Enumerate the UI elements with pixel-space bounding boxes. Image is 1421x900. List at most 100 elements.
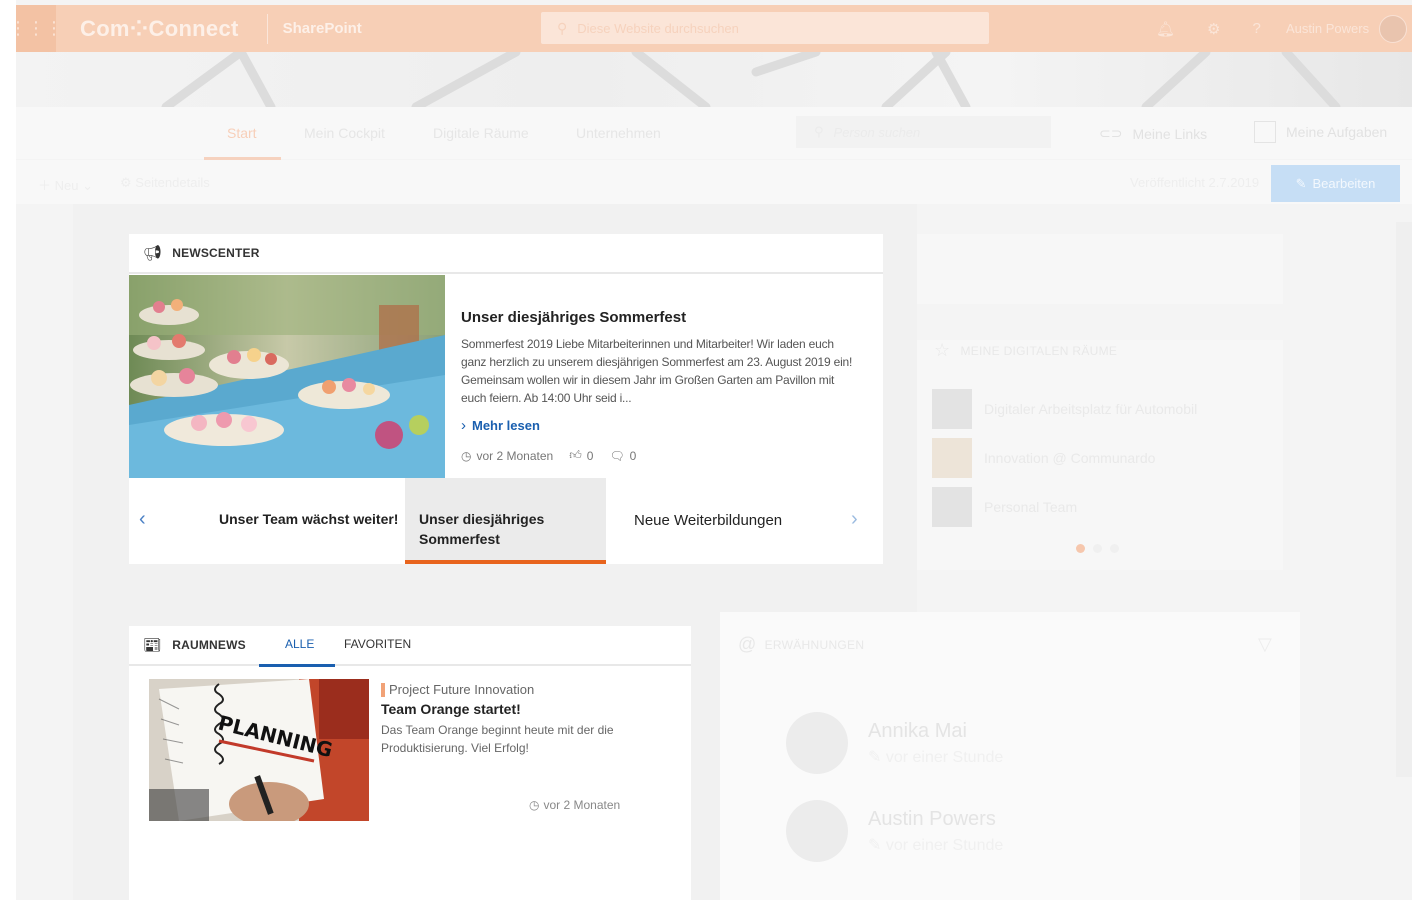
slide-tab-label: Unser diesjähriges Sommerfest [419,511,545,547]
placeholder-panel [917,234,1283,304]
room-label: Digitaler Arbeitsplatz für Automobil [984,400,1198,417]
article-time: ◷ vor 2 Monaten [461,449,553,463]
article-body: Unser diesjähriges Sommerfest Sommerfest… [461,309,861,463]
app-launcher-icon[interactable]: ⋮⋮⋮ [16,5,63,52]
room-item[interactable]: Digitaler Arbeitsplatz für Automobil [932,386,1298,431]
chevron-right-icon[interactable]: › [851,508,858,531]
raumnews-item-title[interactable]: Team Orange startet! [381,701,671,717]
newscenter-card: 📢︎ NEWSCENTER Unser diesjähriges Sommerf… [129,234,883,564]
mention-item[interactable]: Austin Powers ✎ vor einer Stunde [786,800,1003,862]
user-name: Austin Powers [1286,21,1370,36]
like-count: 0 [586,448,594,463]
newscenter-title: NEWSCENTER [172,246,260,260]
clock-icon: ◷ [461,448,472,463]
user-menu[interactable]: Austin Powers [1286,5,1408,52]
filter-icon[interactable]: ▽ [1258,634,1272,655]
site-search-input[interactable]: ⚲ Diese Website durchsuchen [541,12,989,44]
suite-icons: 🔔︎ ⚙ ? [1156,5,1261,52]
like-button[interactable]: 👍︎ 0 [569,448,593,463]
star-icon: ☆ [934,340,951,360]
room-thumbnail [932,388,972,429]
site-search-placeholder: Diese Website durchsuchen [577,20,739,36]
slide-tab[interactable]: Neue Weiterbildungen [634,478,834,564]
mention-time: ✎ vor einer Stunde [868,836,1004,854]
bell-icon[interactable]: 🔔︎ [1156,20,1175,38]
published-date: Veröffentlicht 2.7.2019 [1130,175,1260,190]
person-search-placeholder: Person suchen [833,124,921,140]
nav-start[interactable]: Start [227,125,257,141]
chevron-right-icon: › [461,417,466,434]
tab-alle[interactable]: ALLE [285,637,314,651]
raumnews-time: ◷ vor 2 Monaten [529,798,620,812]
nav-mein-cockpit[interactable]: Mein Cockpit [304,125,385,141]
search-icon: ⚲ [557,19,568,36]
page-details-label: Seitendetails [135,175,210,190]
my-links-label: Meine Links [1132,125,1208,142]
page-scrollbar[interactable] [1396,222,1412,777]
tab-favoriten[interactable]: FAVORITEN [344,637,411,651]
read-more-link[interactable]: › Mehr lesen [461,417,861,434]
new-button[interactable]: ＋ Neu ⌄ [38,175,93,194]
project-name: Project Future Innovation [389,682,535,697]
rooms-title: MEINE DIGITALEN RÄUME [960,343,1118,358]
link-icon: ⊂⊃ [1099,125,1123,141]
room-label: Personal Team [984,498,1078,515]
room-thumbnail [932,486,972,527]
comment-count: 0 [629,448,637,463]
new-label: Neu [54,178,79,193]
sharepoint-label[interactable]: SharePoint [283,20,362,37]
article-text: Sommerfest 2019 Liebe Mitarbeiterinnen u… [461,337,853,405]
my-tasks-label: Meine Aufgaben [1286,124,1388,140]
edit-label: Bearbeiten [1312,176,1376,191]
article-title[interactable]: Unser diesjähriges Sommerfest [461,309,861,326]
pager-dot[interactable] [1093,544,1102,553]
tab-active-indicator [259,664,335,667]
slide-tab-active[interactable]: Unser diesjähriges Sommerfest [405,478,606,564]
nav-digitale-raeume[interactable]: Digitale Räume [433,125,529,141]
article-time-label: vor 2 Monaten [476,448,554,463]
hero-banner [16,52,1412,107]
gear-icon[interactable]: ⚙ [1207,20,1220,38]
room-thumbnail [932,437,972,478]
mention-item[interactable]: Annika Mai ✎ vor einer Stunde [786,712,1003,774]
mention-time-label: vor einer Stunde [885,748,1004,766]
planning-image[interactable]: PLANNING [149,679,369,821]
person-search-input[interactable]: ⚲ Person suchen [796,116,1051,148]
summer-party-image[interactable] [129,275,445,478]
megaphone-icon: 📢︎ [143,245,163,262]
my-tasks-link[interactable]: Meine Aufgaben [1254,121,1387,143]
mentions-header: @ ERWÄHNUNGEN [738,634,864,655]
suite-bar: ⋮⋮⋮ Com⁘Connect SharePoint ⚲ Diese Websi… [16,5,1412,52]
edit-button[interactable]: ✎ Bearbeiten [1271,165,1400,202]
help-icon[interactable]: ? [1253,20,1261,37]
nav-unternehmen[interactable]: Unternehmen [576,125,661,141]
slide-active-indicator [405,560,606,564]
planning-illustration: PLANNING [149,679,369,821]
brand-logo[interactable]: Com⁘Connect [80,16,239,42]
mention-text: Austin Powers ✎ vor einer Stunde [868,808,1003,855]
clock-icon: ◷ [529,798,540,812]
chevron-left-icon[interactable]: ‹ [139,508,146,531]
avatar [1379,14,1408,43]
room-item[interactable]: Personal Team [932,484,1298,529]
newspaper-icon: 📰︎ [143,637,163,654]
comment-icon: 🗨︎ [609,448,625,463]
checkbox-icon [1254,121,1276,143]
raumnews-time-label: vor 2 Monaten [543,798,621,812]
my-links-link[interactable]: ⊂⊃ Meine Links [1099,125,1207,142]
mention-time-label: vor einer Stunde [885,836,1004,854]
search-icon: ⚲ [814,124,824,139]
comment-button[interactable]: 🗨︎ 0 [609,449,636,463]
mention-name: Annika Mai [868,719,967,742]
pager-dot[interactable] [1110,544,1119,553]
pager-dot[interactable] [1076,544,1085,553]
page-details-button[interactable]: ⚙ Seitendetails [120,175,210,191]
thumbs-up-icon: 👍︎ [569,448,582,462]
rooms-pager [1076,544,1119,553]
slide-tab[interactable]: Unser Team wächst weiter! [219,478,405,564]
room-item[interactable]: Innovation @ Communardo [932,435,1298,480]
room-label: Innovation @ Communardo [984,449,1156,466]
page-frame: ⋮⋮⋮ Com⁘Connect SharePoint ⚲ Diese Websi… [16,0,1412,900]
raumnews-item[interactable]: Project Future Innovation Team Orange st… [381,682,671,757]
mentions-title: ERWÄHNUNGEN [764,637,865,652]
